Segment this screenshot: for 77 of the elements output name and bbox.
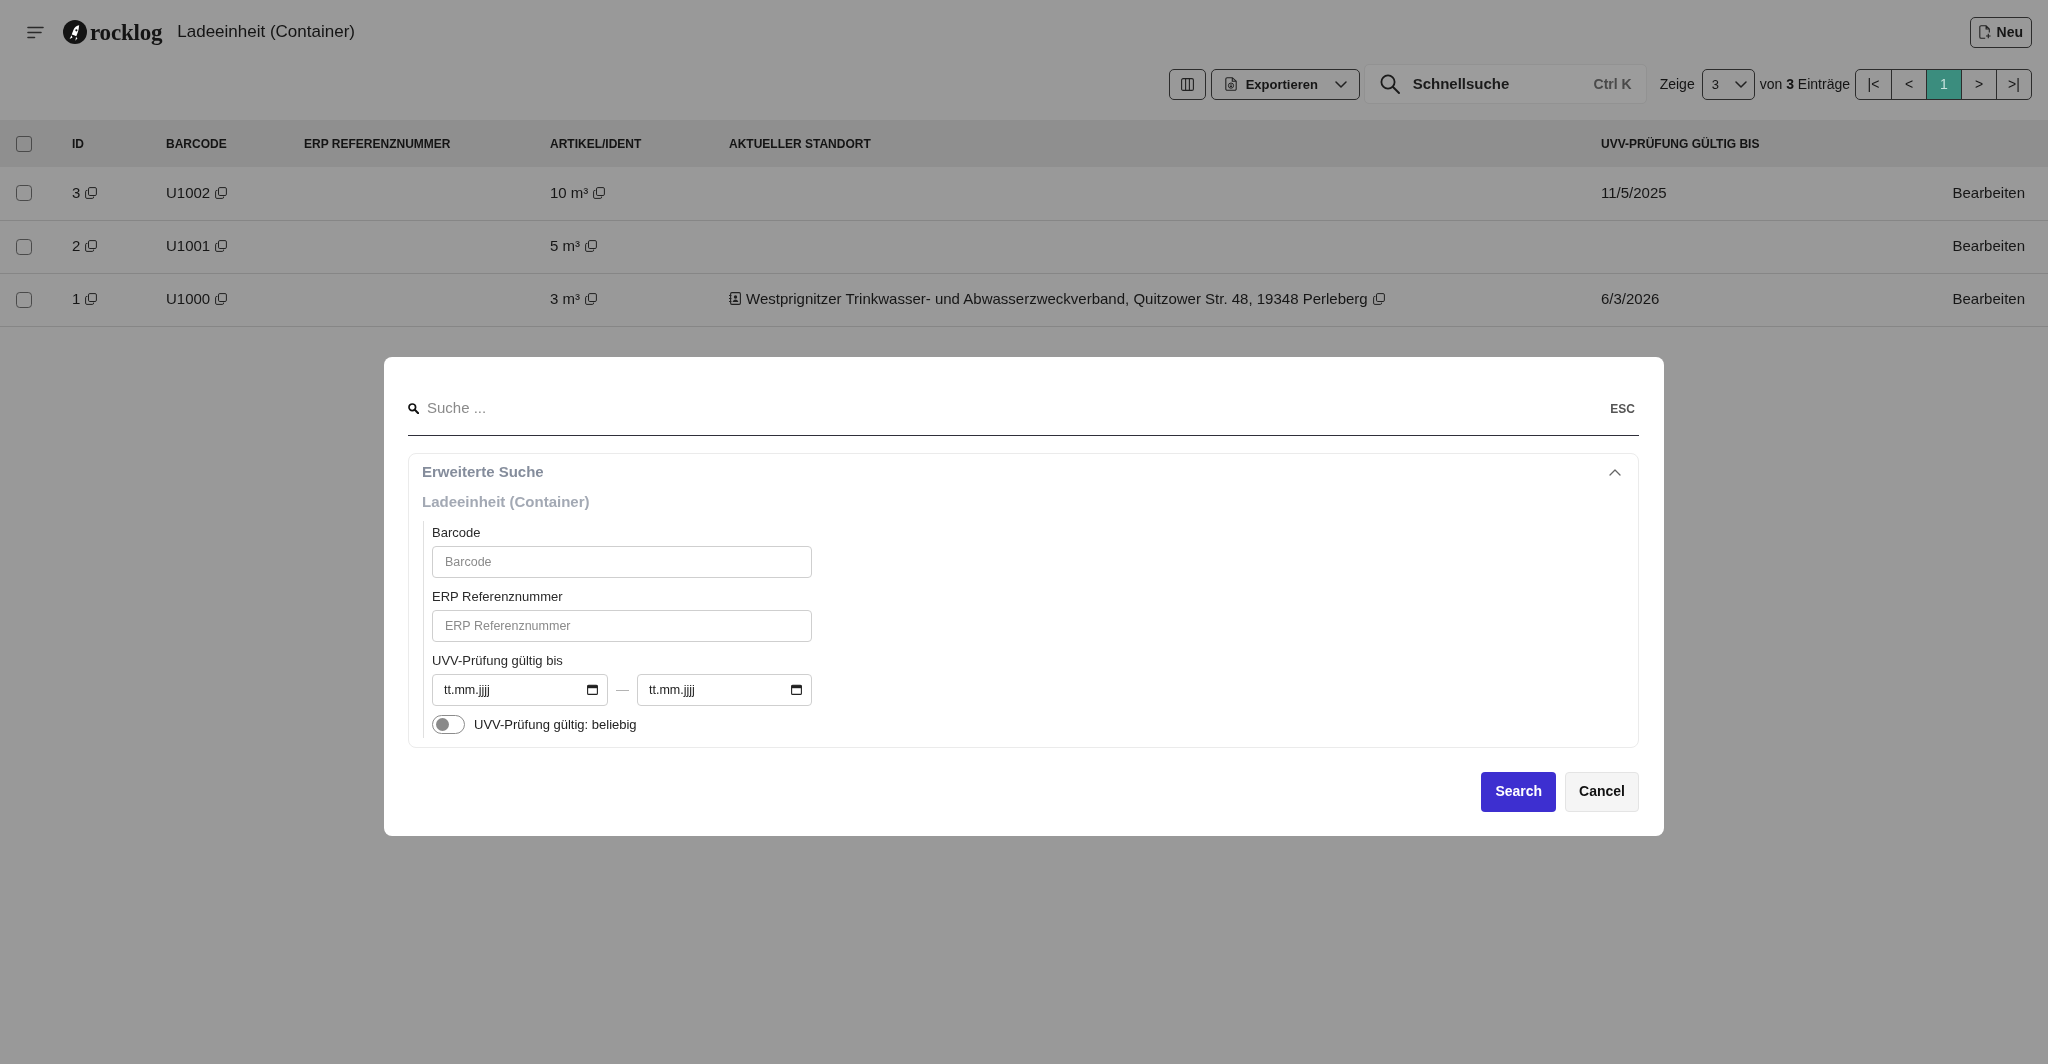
page-size-label: Zeige bbox=[1659, 74, 1695, 94]
edit-link[interactable]: Bearbeiten bbox=[1952, 290, 2025, 308]
chevron-down-icon bbox=[1334, 80, 1347, 88]
field-label: Barcode bbox=[432, 524, 481, 542]
range-separator: — bbox=[615, 681, 630, 700]
file-plus-icon bbox=[1978, 25, 1991, 39]
barcode-value: U1000 bbox=[166, 290, 211, 308]
logo-icon bbox=[63, 20, 87, 44]
keyboard-shortcut: ESC bbox=[1610, 400, 1635, 418]
search-icon bbox=[1379, 74, 1400, 94]
pagination-button[interactable]: >| bbox=[1996, 69, 2031, 99]
field-label: UVV-Prüfung gültig bis bbox=[432, 652, 563, 670]
search-icon bbox=[408, 403, 419, 414]
column-header: ARTIKEL/IDENT bbox=[550, 136, 642, 151]
new-button[interactable]: Neu bbox=[1969, 16, 2032, 48]
copy-icon[interactable] bbox=[585, 293, 597, 306]
text-input[interactable]: Barcode bbox=[432, 546, 812, 578]
section-title: Ladeeinheit (Container) bbox=[422, 493, 590, 511]
column-toggle-button[interactable] bbox=[1168, 68, 1206, 100]
field-label: ERP Referenznummer bbox=[432, 588, 563, 606]
row-checkbox[interactable] bbox=[16, 238, 32, 255]
calendar-icon[interactable] bbox=[791, 684, 802, 695]
export-button[interactable]: Exportieren bbox=[1210, 68, 1360, 100]
columns-icon bbox=[1180, 77, 1194, 91]
location-text: Westprignitzer Trinkwasser- und Abwasserzweckverband, Quitzower Str. 48, 19348 Perleberg bbox=[746, 290, 1368, 308]
edit-link[interactable]: Bearbeiten bbox=[1952, 237, 2025, 255]
keyboard-shortcut: Ctrl K bbox=[1593, 74, 1632, 94]
article-value: 5 m³ bbox=[550, 237, 580, 255]
date-input[interactable]: tt.mm.jjjj bbox=[432, 674, 608, 706]
copy-icon[interactable] bbox=[85, 240, 98, 253]
copy-icon[interactable] bbox=[215, 187, 228, 199]
edit-link[interactable]: Bearbeiten bbox=[1952, 184, 2025, 201]
column-header: BARCODE bbox=[166, 136, 227, 151]
text-input[interactable]: ERP Referenznummer bbox=[432, 610, 812, 642]
submit-button[interactable]: Search bbox=[1481, 771, 1557, 812]
quick-search-button[interactable]: Schnellsuche Ctrl K bbox=[1363, 64, 1647, 104]
page-title: Ladeeinheit (Container) bbox=[177, 21, 355, 44]
copy-icon[interactable] bbox=[585, 240, 597, 253]
toggle-switch[interactable] bbox=[432, 715, 465, 735]
row-checkbox[interactable] bbox=[16, 291, 32, 308]
toggle-label: UVV-Prüfung gültig: beliebig bbox=[474, 716, 637, 734]
accordion-header[interactable]: Erweiterte Suche bbox=[422, 463, 1625, 481]
pagination-button[interactable]: > bbox=[1961, 69, 1996, 99]
chevron-up-icon bbox=[1609, 468, 1621, 476]
select-all-checkbox[interactable] bbox=[16, 135, 32, 152]
id-value: 3 bbox=[72, 184, 81, 201]
copy-icon[interactable] bbox=[593, 187, 606, 199]
date-input[interactable]: tt.mm.jjjj bbox=[637, 674, 812, 706]
copy-icon[interactable] bbox=[215, 293, 228, 306]
column-header: ID bbox=[72, 136, 84, 151]
column-header: ERP REFERENZNUMMER bbox=[304, 136, 451, 151]
barcode-value: U1001 bbox=[166, 237, 211, 255]
cancel-button[interactable]: Cancel bbox=[1565, 771, 1639, 812]
copy-icon[interactable] bbox=[1372, 293, 1385, 306]
calendar-icon[interactable] bbox=[587, 684, 598, 695]
date-value: 6/3/2026 bbox=[1601, 290, 1660, 308]
copy-icon[interactable] bbox=[85, 293, 98, 306]
article-value: 10 m³ bbox=[550, 184, 589, 201]
copy-icon[interactable] bbox=[85, 187, 98, 199]
chevron-down-icon bbox=[1734, 80, 1747, 88]
menu-icon[interactable] bbox=[27, 25, 44, 39]
file-download-icon bbox=[1224, 77, 1237, 91]
column-header: UVV-PRÜFUNG GÜLTIG BIS bbox=[1601, 136, 1760, 151]
id-value: 1 bbox=[72, 290, 81, 308]
id-value: 2 bbox=[72, 237, 81, 255]
contact-card-icon bbox=[729, 292, 741, 306]
date-value: 11/5/2025 bbox=[1601, 184, 1667, 201]
barcode-value: U1002 bbox=[166, 184, 211, 201]
row-checkbox[interactable] bbox=[16, 185, 32, 202]
entries-count: von 3 Einträge bbox=[1759, 74, 1850, 94]
page-size-select[interactable]: 3 bbox=[1701, 68, 1755, 100]
search-input[interactable]: Suche ... bbox=[427, 397, 1611, 420]
copy-icon[interactable] bbox=[215, 240, 228, 253]
article-value: 3 m³ bbox=[550, 290, 580, 308]
logo-text: rocklog bbox=[90, 20, 163, 44]
pagination-button[interactable]: |< bbox=[1856, 69, 1891, 99]
column-header: AKTUELLER STANDORT bbox=[729, 136, 871, 151]
